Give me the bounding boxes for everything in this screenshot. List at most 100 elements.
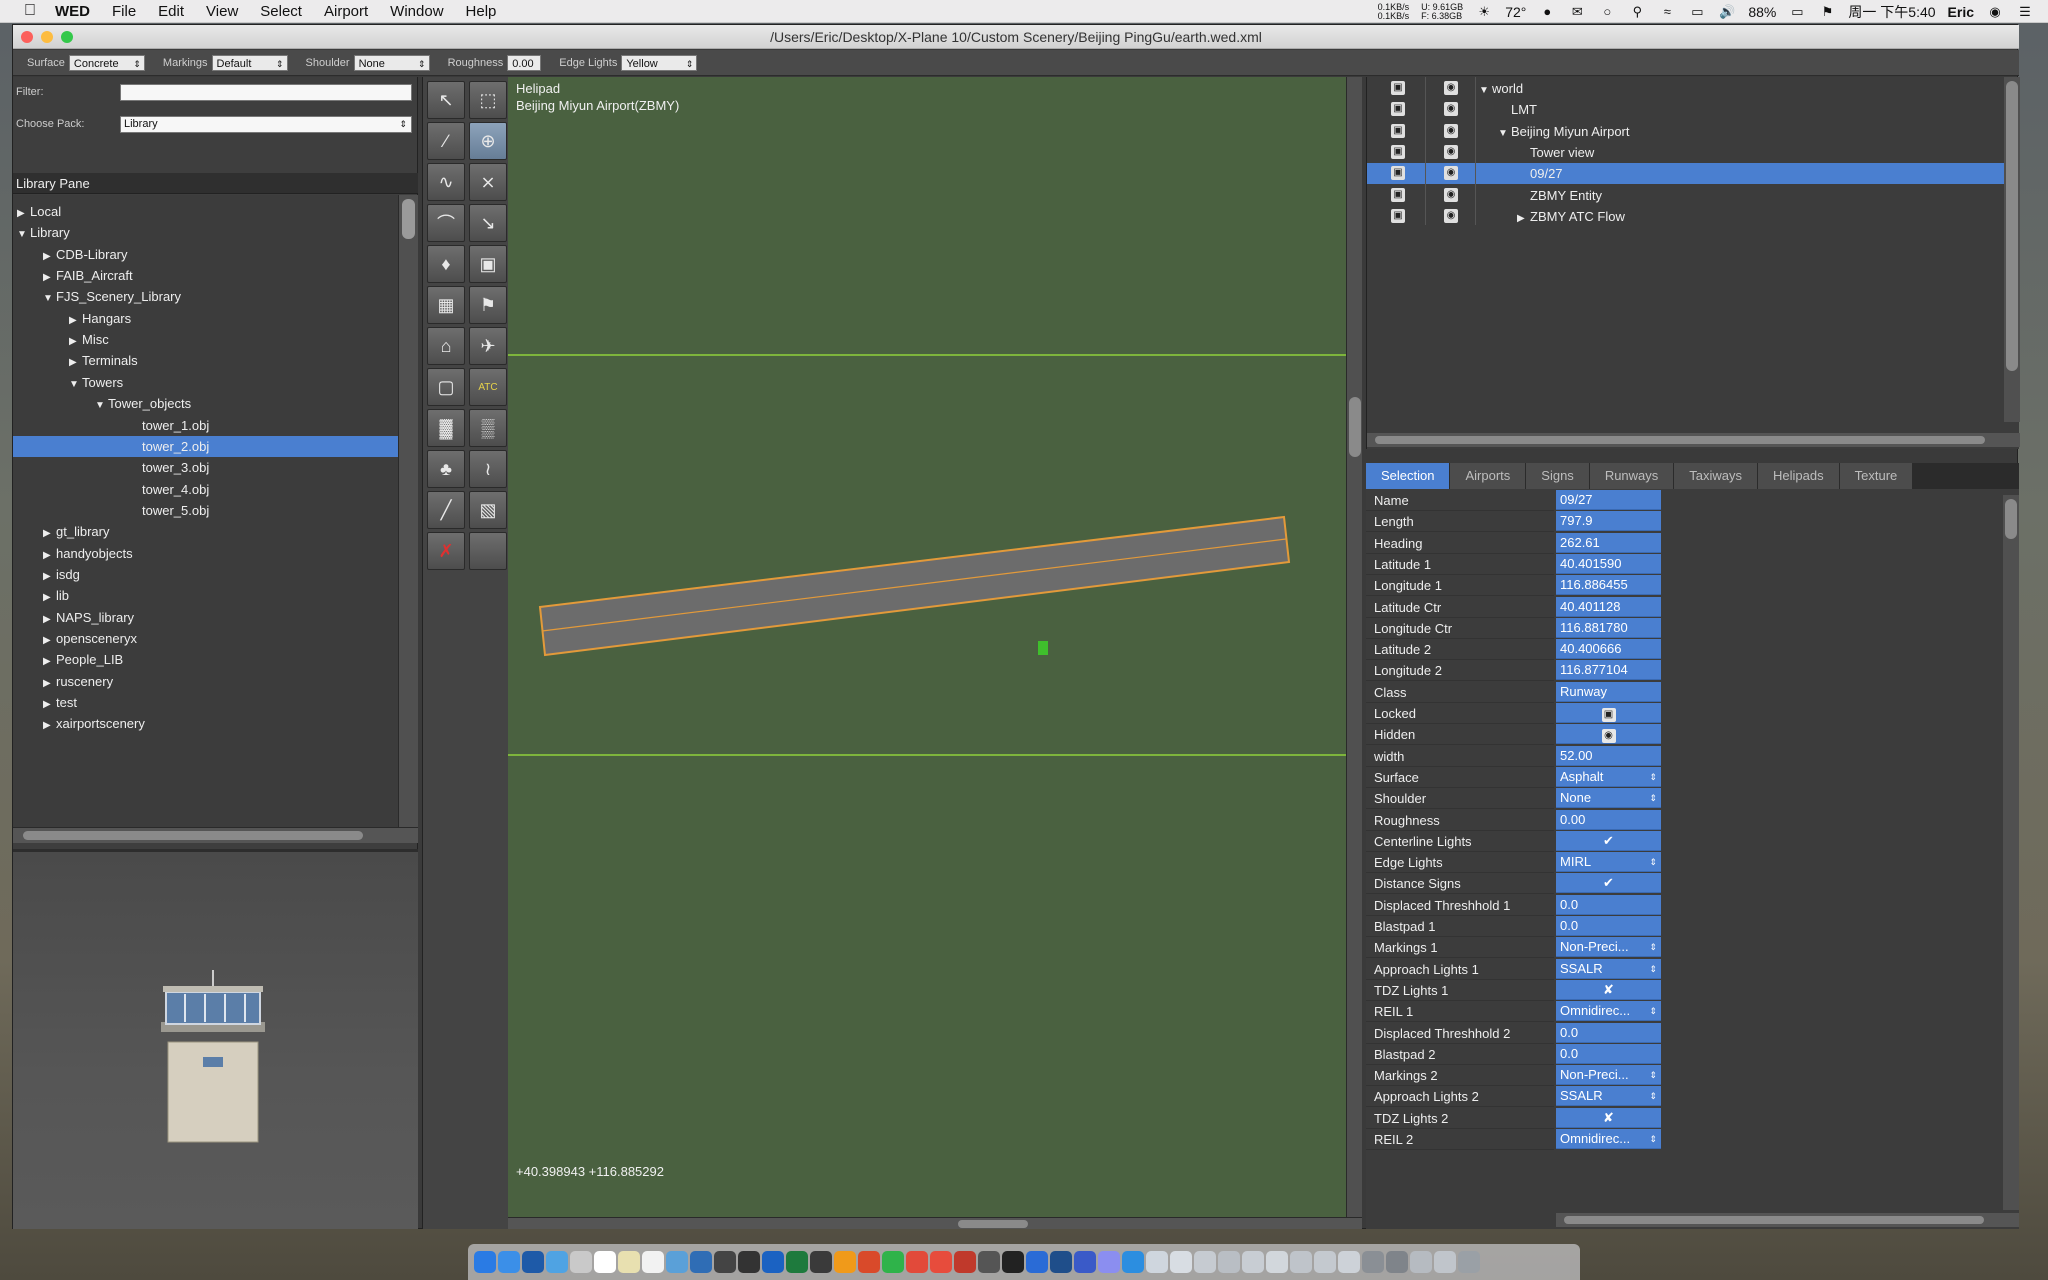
property-value[interactable]: ✔ <box>1556 830 1661 851</box>
dock-app-icon[interactable] <box>1098 1251 1120 1273</box>
eye-icon[interactable]: ◉ <box>1444 187 1458 202</box>
eye-icon[interactable]: ◉ <box>1444 144 1458 159</box>
dock-app-icon[interactable] <box>930 1251 952 1273</box>
tool-helipad-button[interactable]: ⊕ <box>469 122 507 160</box>
library-tree-item[interactable]: ▶ gt_library <box>13 521 398 542</box>
lock-icon[interactable]: ▣ <box>1391 81 1405 95</box>
property-value[interactable]: MIRL ⇕ <box>1556 852 1661 873</box>
tool-ramp-start-button[interactable]: ✈ <box>469 327 507 365</box>
tool-taxiway-button[interactable]: ⨯ <box>469 163 507 201</box>
property-value[interactable]: 797.9 <box>1556 511 1661 532</box>
dock-app-icon[interactable] <box>1314 1251 1336 1273</box>
dock-app-icon[interactable] <box>522 1251 544 1273</box>
lock-icon[interactable]: ▣ <box>1391 208 1405 223</box>
eye-icon[interactable]: ◉ <box>1444 102 1458 117</box>
lock-icon[interactable]: ▣ <box>1391 123 1405 138</box>
tool-taxiway-line-button[interactable]: ↘ <box>469 204 507 242</box>
eye-icon[interactable]: ◉ <box>1601 729 1616 744</box>
property-value[interactable]: 116.881780 <box>1556 617 1661 638</box>
tool-blank-button[interactable] <box>469 532 507 570</box>
hierarchy-item[interactable]: ▣ ◉ ▼ world <box>1367 78 2011 99</box>
disclosure-closed-icon[interactable]: ▶ <box>43 694 56 715</box>
disclosure-closed-icon[interactable]: ▶ <box>43 267 56 288</box>
app-menu[interactable]: WED <box>44 3 101 20</box>
library-tree-item[interactable]: ▶ NAPS_library <box>13 607 398 628</box>
wifi-icon[interactable]: ≈ <box>1658 4 1676 19</box>
hierarchy-item[interactable]: ▣ ◉ ▶ ZBMY ATC Flow <box>1367 206 2011 227</box>
scroll-thumb[interactable] <box>1375 436 1985 444</box>
scroll-thumb[interactable] <box>402 199 415 239</box>
dock-app-icon[interactable] <box>762 1251 784 1273</box>
property-value[interactable]: 40.401590 <box>1556 553 1661 574</box>
hierarchy-item[interactable]: ▣ ◉ ▼ Beijing Miyun Airport <box>1367 121 2011 142</box>
property-value[interactable]: Runway <box>1556 681 1661 702</box>
library-tree-item[interactable]: tower_4.obj <box>13 479 398 500</box>
property-value[interactable]: ▣ <box>1556 703 1661 723</box>
property-value[interactable]: ✘ <box>1556 979 1661 1000</box>
library-tree-item[interactable]: ▶ Local <box>13 201 398 222</box>
eye-icon[interactable]: ◉ <box>1444 208 1458 223</box>
tower-viewpoint-marker[interactable] <box>1038 641 1048 655</box>
library-tree-item[interactable]: ▶ handyobjects <box>13 543 398 564</box>
shoulder-select[interactable]: None ⇕ <box>353 54 430 71</box>
tool-marquee-button[interactable]: ⬚ <box>469 81 507 119</box>
dock-app-icon[interactable] <box>1338 1251 1360 1273</box>
property-value[interactable]: Omnidirec... ⇕ <box>1556 1001 1661 1022</box>
tab-selection[interactable]: Selection <box>1366 463 1451 489</box>
scroll-thumb[interactable] <box>2005 499 2017 539</box>
roughness-field[interactable]: 0.00 <box>507 54 542 71</box>
disclosure-closed-icon[interactable]: ▶ <box>43 523 56 544</box>
tool-runway-button[interactable]: ∕ <box>427 122 465 160</box>
library-tree-item[interactable]: ▶ FAIB_Aircraft <box>13 265 398 286</box>
library-tree-item[interactable]: tower_5.obj <box>13 500 398 521</box>
scroll-thumb[interactable] <box>958 1220 1028 1228</box>
wechat-icon[interactable]: ○ <box>1598 4 1616 19</box>
edge-lights-select[interactable]: Yellow ⇕ <box>621 54 698 71</box>
dock-app-icon[interactable] <box>954 1251 976 1273</box>
search-icon[interactable]: ⚲ <box>1628 4 1646 19</box>
property-value[interactable]: 0.0 <box>1556 894 1661 915</box>
library-tree-item[interactable]: ▶ CDB-Library <box>13 244 398 265</box>
library-tree-item[interactable]: tower_1.obj <box>13 415 398 436</box>
property-value[interactable]: 0.0 <box>1556 1022 1661 1043</box>
disclosure-open-icon[interactable]: ▼ <box>1498 123 1511 144</box>
property-value[interactable]: Asphalt ⇕ <box>1556 766 1661 787</box>
surface-select[interactable]: Concrete ⇕ <box>68 54 145 71</box>
property-value[interactable]: 0.0 <box>1556 916 1661 936</box>
eye-icon[interactable]: ◉ <box>1444 123 1458 138</box>
tool-taxi-route-button[interactable]: ⌒ <box>427 204 465 242</box>
property-value[interactable]: 0.0 <box>1556 1043 1661 1064</box>
tool-exclusion-button[interactable]: ✗ <box>427 532 465 570</box>
hierarchy-vertical-scrollbar[interactable] <box>2004 77 2020 422</box>
properties-vertical-scrollbar[interactable] <box>2003 495 2019 1210</box>
dock-app-icon[interactable] <box>1122 1251 1144 1273</box>
tool-object-button[interactable]: ▦ <box>427 286 465 324</box>
property-value[interactable]: Non-Preci... ⇕ <box>1556 937 1661 958</box>
map-horizontal-scrollbar[interactable] <box>508 1217 1362 1229</box>
property-value[interactable]: SSALR ⇕ <box>1556 958 1661 979</box>
tool-tower-viewpoint-button[interactable]: ⌂ <box>427 327 465 365</box>
dock-app-icon[interactable] <box>1434 1251 1456 1273</box>
lock-icon[interactable]: ▣ <box>1601 708 1616 722</box>
lock-icon[interactable]: ▣ <box>1391 102 1405 117</box>
apple-icon[interactable]:  <box>16 2 44 20</box>
hierarchy-item[interactable]: ▣ ◉ 09/27 <box>1367 163 2011 185</box>
dock-app-icon[interactable] <box>570 1251 592 1273</box>
lock-icon[interactable]: ▣ <box>1391 144 1405 159</box>
menu-window[interactable]: Window <box>379 3 454 20</box>
disclosure-closed-icon[interactable]: ▶ <box>43 246 56 267</box>
dock-app-icon[interactable] <box>786 1251 808 1273</box>
dock-app-icon[interactable] <box>978 1251 1000 1273</box>
library-vertical-scrollbar[interactable] <box>398 195 418 827</box>
library-horizontal-scrollbar[interactable] <box>13 827 418 843</box>
close-button[interactable] <box>21 31 33 43</box>
property-value[interactable]: 40.400666 <box>1556 639 1661 660</box>
disclosure-open-icon[interactable]: ▼ <box>17 224 30 245</box>
tool-boundary-button[interactable]: ▢ <box>427 368 465 406</box>
dock-app-icon[interactable] <box>1218 1251 1240 1273</box>
tool-polygon-button[interactable]: ▧ <box>469 491 507 529</box>
disclosure-open-icon[interactable]: ▼ <box>1479 80 1492 101</box>
property-value[interactable]: 0.00 <box>1556 809 1661 830</box>
scroll-thumb[interactable] <box>23 831 363 840</box>
lock-icon[interactable]: ▣ <box>1391 166 1405 181</box>
